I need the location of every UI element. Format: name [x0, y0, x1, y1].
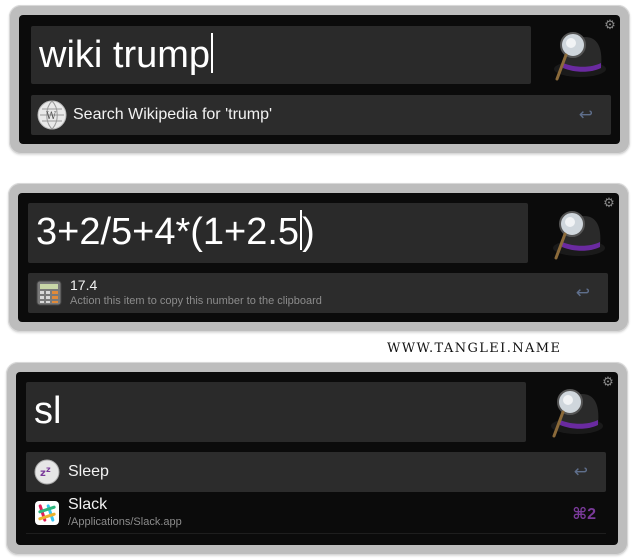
svg-text:W: W [46, 111, 57, 122]
alfred-window-1: wiki trump ⚙ W Search Wikipedia for 'tru… [9, 5, 630, 154]
svg-text:z: z [46, 465, 51, 474]
result-title-4: Slack [68, 496, 108, 513]
search-query-field-1[interactable]: wiki trump [31, 26, 531, 84]
alfred-window-1-body: wiki trump ⚙ W Search Wikipedia for 'tru… [19, 15, 620, 144]
alfred-window-3: sl ⚙ z z Sleep ↩ Slack /Applications/Sla… [6, 362, 628, 555]
calculator-icon [36, 280, 62, 306]
result-subtitle-2: Action this item to copy this number to … [70, 295, 322, 307]
search-query-text-1: wiki trump [39, 34, 211, 76]
search-query-text-2-tail: ) [302, 211, 315, 253]
result-row-4[interactable]: Slack /Applications/Slack.app ⌘2 [26, 493, 606, 533]
enter-key-icon: ↩ [575, 283, 590, 302]
alfred-window-2-body: 3+2/5+4*(1+2.5) ⚙ 17.4 Action this item … [18, 193, 619, 322]
watermark-text: WWW.TANGLEI.NAME [387, 341, 562, 356]
result-subtitle-4: /Applications/Slack.app [68, 516, 182, 528]
search-query-text-2: 3+2/5+4*(1+2.5 [36, 211, 300, 253]
enter-key-icon: ↩ [578, 105, 593, 124]
sleep-icon: z z [34, 459, 60, 485]
alfred-window-3-body: sl ⚙ z z Sleep ↩ Slack /Applications/Sla… [16, 372, 618, 545]
wikipedia-globe-icon: W [37, 100, 67, 130]
alfred-window-2: 3+2/5+4*(1+2.5) ⚙ 17.4 Action this item … [8, 183, 629, 332]
keyboard-shortcut-badge: ⌘2 [572, 506, 596, 523]
result-row-3[interactable]: z z Sleep ↩ [26, 452, 606, 492]
enter-key-icon: ↩ [573, 462, 588, 481]
slack-icon [35, 501, 59, 525]
result-row-1[interactable]: W Search Wikipedia for 'trump' ↩ [31, 95, 611, 135]
alfred-hat-icon [551, 210, 607, 260]
result-title-1: Search Wikipedia for 'trump' [73, 106, 273, 123]
alfred-hat-icon [552, 31, 608, 81]
search-query-field-3[interactable]: sl [26, 382, 526, 442]
result-divider [26, 533, 606, 534]
result-title-3: Sleep [68, 463, 109, 480]
result-row-2[interactable]: 17.4 Action this item to copy this numbe… [28, 273, 608, 313]
alfred-hat-icon [549, 388, 605, 438]
result-title-2: 17.4 [70, 277, 98, 293]
text-caret-1 [211, 33, 214, 73]
search-query-field-2[interactable]: 3+2/5+4*(1+2.5) [28, 203, 528, 263]
search-query-text-3: sl [34, 390, 62, 432]
